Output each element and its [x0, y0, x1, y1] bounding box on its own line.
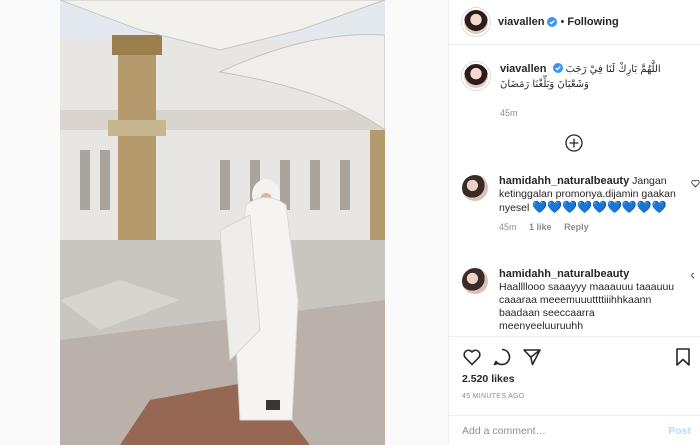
- verified-badge-icon: [552, 63, 563, 73]
- author-username[interactable]: viavallen: [498, 16, 544, 28]
- separator-dot: •: [560, 16, 565, 28]
- post-photo[interactable]: [60, 0, 385, 445]
- comment-time: 45m: [499, 222, 517, 232]
- caption-time: 45m: [500, 108, 518, 118]
- comment-icon[interactable]: [492, 347, 512, 367]
- following-button[interactable]: Following: [567, 16, 618, 28]
- commenter-avatar[interactable]: [462, 268, 488, 294]
- comment-meta: 45m 1 like Reply: [499, 221, 679, 234]
- comment-input[interactable]: Add a comment…: [462, 425, 546, 437]
- plus-circle-icon[interactable]: [565, 134, 583, 152]
- reply-button[interactable]: Reply: [564, 222, 589, 232]
- likes-count[interactable]: 2.520 likes: [462, 373, 515, 385]
- caption: viavallen اللَّهُمَّ بَارِكْ لَنَا فِيْ …: [462, 62, 694, 92]
- post-comment-button[interactable]: Post: [668, 425, 691, 437]
- post-header: viavallen • Following: [449, 0, 700, 45]
- author-avatar[interactable]: [462, 8, 490, 36]
- comment-item: hamidahh_naturalbeauty Haallllooo saaayy…: [462, 268, 694, 330]
- comment-body: hamidahh_naturalbeauty Haallllooo saaayy…: [499, 268, 679, 330]
- caption-username[interactable]: viavallen: [500, 63, 546, 75]
- verified-badge-icon: [547, 17, 558, 27]
- photo-illustration: [60, 0, 385, 445]
- post-sidebar: viavallen • Following viavallen اللَّهُم…: [448, 0, 700, 445]
- heart-icon[interactable]: [462, 347, 482, 367]
- comment-heart-icon[interactable]: [691, 272, 694, 281]
- instagram-post: viavallen • Following viavallen اللَّهُم…: [0, 0, 700, 445]
- post-actions: 2.520 likes 45 MINUTES AGO: [449, 336, 700, 416]
- post-timestamp: 45 MINUTES AGO: [462, 393, 525, 400]
- commenter-username[interactable]: hamidahh_naturalbeauty: [499, 268, 629, 280]
- comment-heart-icon[interactable]: [691, 179, 700, 188]
- share-icon[interactable]: [522, 347, 542, 367]
- caption-avatar[interactable]: [462, 62, 490, 90]
- comment-text: Haallllooo saaayyy maaauuu taaauuu caaar…: [499, 281, 675, 330]
- comment-likes[interactable]: 1 like: [529, 222, 552, 232]
- comment-body: hamidahh_naturalbeauty Jangan ketinggala…: [499, 175, 679, 234]
- comment-hearts: 💙💙💙💙💙💙💙💙💙: [532, 200, 667, 214]
- commenter-avatar[interactable]: [462, 175, 488, 201]
- caption-body: viavallen اللَّهُمَّ بَارِكْ لَنَا فِيْ …: [500, 62, 694, 92]
- comment-item: hamidahh_naturalbeauty Jangan ketinggala…: [462, 175, 700, 234]
- add-comment-bar: Add a comment… Post: [449, 415, 700, 445]
- commenter-username[interactable]: hamidahh_naturalbeauty: [499, 175, 629, 187]
- bookmark-icon[interactable]: [673, 347, 693, 367]
